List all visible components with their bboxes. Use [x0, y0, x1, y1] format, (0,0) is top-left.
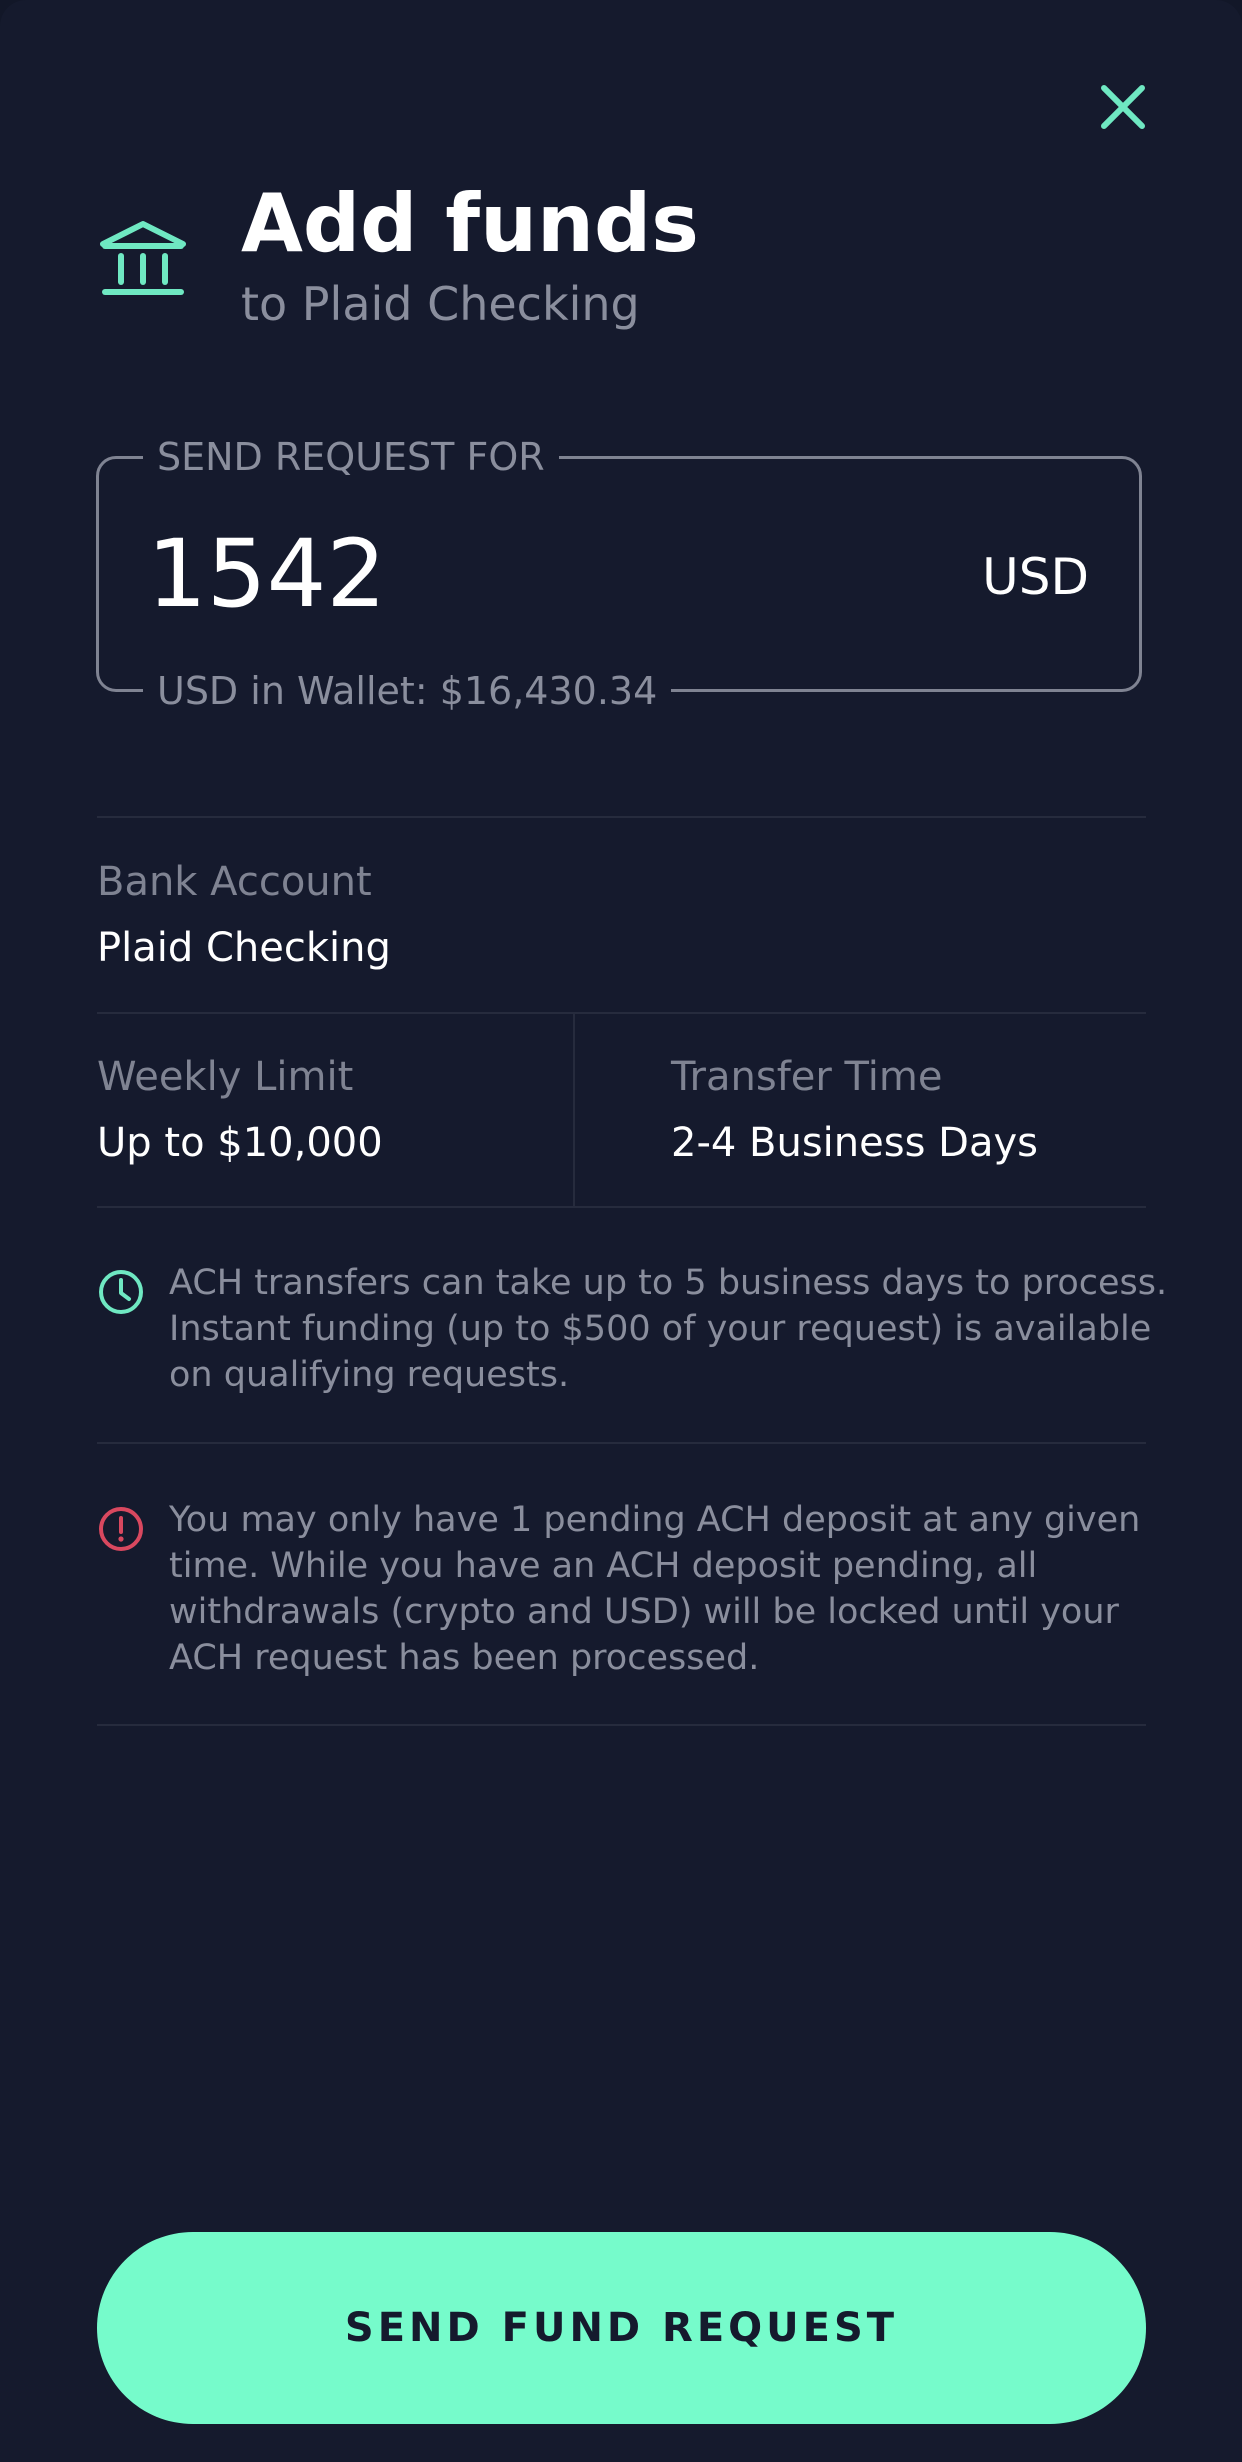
send-fund-request-button[interactable]: SEND FUND REQUEST	[97, 2232, 1146, 2424]
amount-field[interactable]: SEND REQUEST FOR USD USD in Wallet: $16,…	[96, 431, 1142, 717]
page-header: Add funds to Plaid Checking	[97, 178, 1097, 338]
ach-timing-text: ACH transfers can take up to 5 business …	[169, 1263, 1168, 1395]
weekly-limit-label: Weekly Limit	[97, 1054, 354, 1100]
close-icon	[1101, 85, 1145, 129]
divider	[97, 1724, 1146, 1726]
clock-icon	[99, 1270, 143, 1314]
alert-circle-icon	[99, 1507, 143, 1551]
divider	[97, 1206, 1146, 1208]
weekly-limit-value: Up to $10,000	[97, 1120, 383, 1166]
bank-icon	[100, 221, 186, 295]
bank-account-label: Bank Account	[97, 859, 372, 905]
page-subtitle: to Plaid Checking	[241, 277, 640, 331]
transfer-time-label: Transfer Time	[671, 1054, 943, 1100]
pending-limit-notice: You may only have 1 pending ACH deposit …	[97, 1500, 1157, 1678]
divider	[97, 816, 1146, 818]
add-funds-screen: Add funds to Plaid Checking SEND REQUEST…	[0, 0, 1242, 2462]
close-button[interactable]	[1090, 74, 1156, 140]
divider	[97, 1442, 1146, 1444]
column-divider	[573, 1013, 575, 1207]
divider	[97, 1012, 1146, 1014]
amount-field-label: SEND REQUEST FOR	[143, 431, 559, 483]
wallet-balance: USD in Wallet: $16,430.34	[143, 665, 672, 717]
page-title: Add funds	[241, 177, 699, 270]
amount-input[interactable]	[147, 519, 847, 631]
currency-label: USD	[982, 548, 1089, 606]
bank-account-value: Plaid Checking	[97, 925, 391, 971]
transfer-time-value: 2-4 Business Days	[671, 1120, 1038, 1166]
ach-timing-notice: ACH transfers can take up to 5 business …	[97, 1263, 1167, 1398]
pending-limit-text: You may only have 1 pending ACH deposit …	[169, 1500, 1141, 1678]
